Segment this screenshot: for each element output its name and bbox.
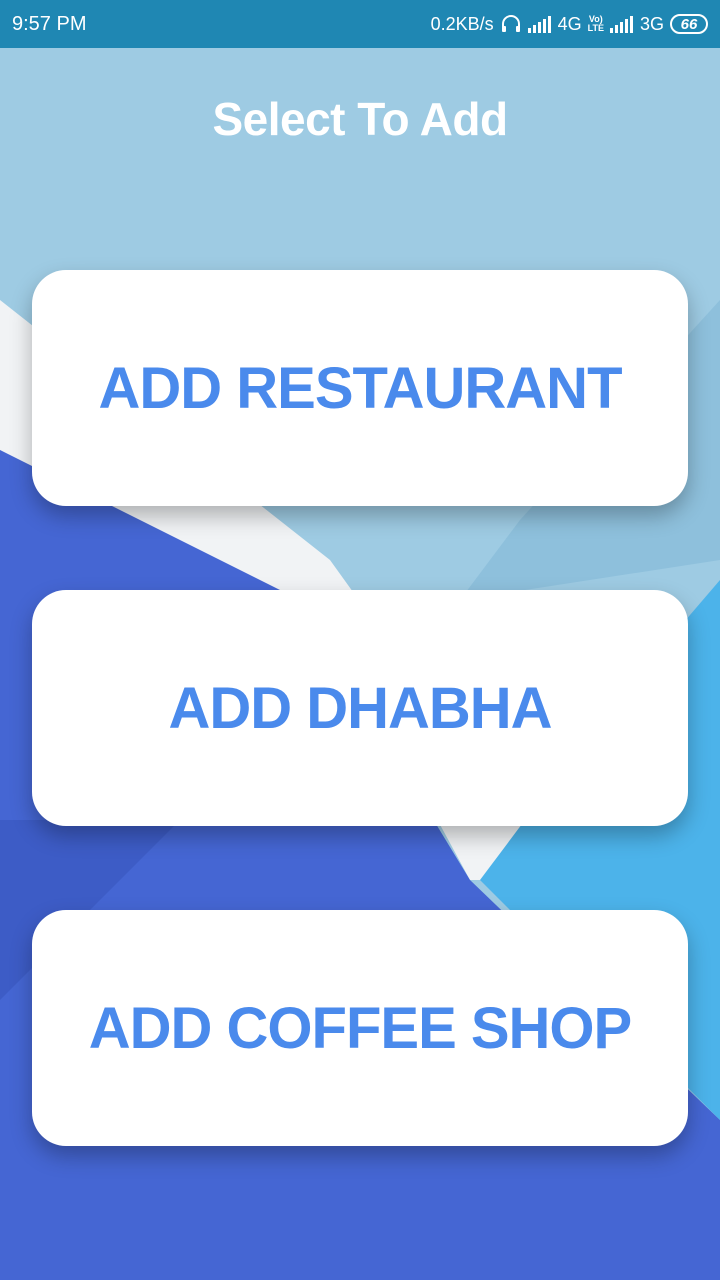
network-type-4g: 4G — [557, 13, 582, 34]
volte-bottom: LTE — [587, 23, 604, 33]
signal-icon — [527, 15, 552, 33]
network-type-3g: 3G — [639, 13, 664, 34]
status-bar: 9:57 PM 0.2KB/s 4G Vo) LTE 3G 66 — [0, 0, 720, 48]
add-coffee-shop-label: ADD COFFEE SHOP — [88, 995, 632, 1061]
add-coffee-shop-button[interactable]: ADD COFFEE SHOP — [32, 910, 688, 1146]
network-speed: 0.2KB/s — [430, 13, 494, 34]
add-dhabha-label: ADD DHABHA — [168, 675, 552, 741]
headset-icon — [500, 14, 522, 34]
add-restaurant-button[interactable]: ADD RESTAURANT — [32, 270, 688, 506]
signal-icon-2 — [609, 15, 634, 33]
add-dhabha-button[interactable]: ADD DHABHA — [32, 590, 688, 826]
status-icons: 0.2KB/s 4G Vo) LTE 3G 66 — [431, 14, 708, 35]
battery-icon: 66 — [670, 14, 708, 34]
page-title: Select To Add — [212, 93, 508, 145]
volte-icon: Vo) LTE — [588, 15, 604, 33]
battery-level: 66 — [680, 15, 698, 33]
add-restaurant-label: ADD RESTAURANT — [98, 355, 622, 421]
status-time: 9:57 PM — [12, 12, 87, 35]
